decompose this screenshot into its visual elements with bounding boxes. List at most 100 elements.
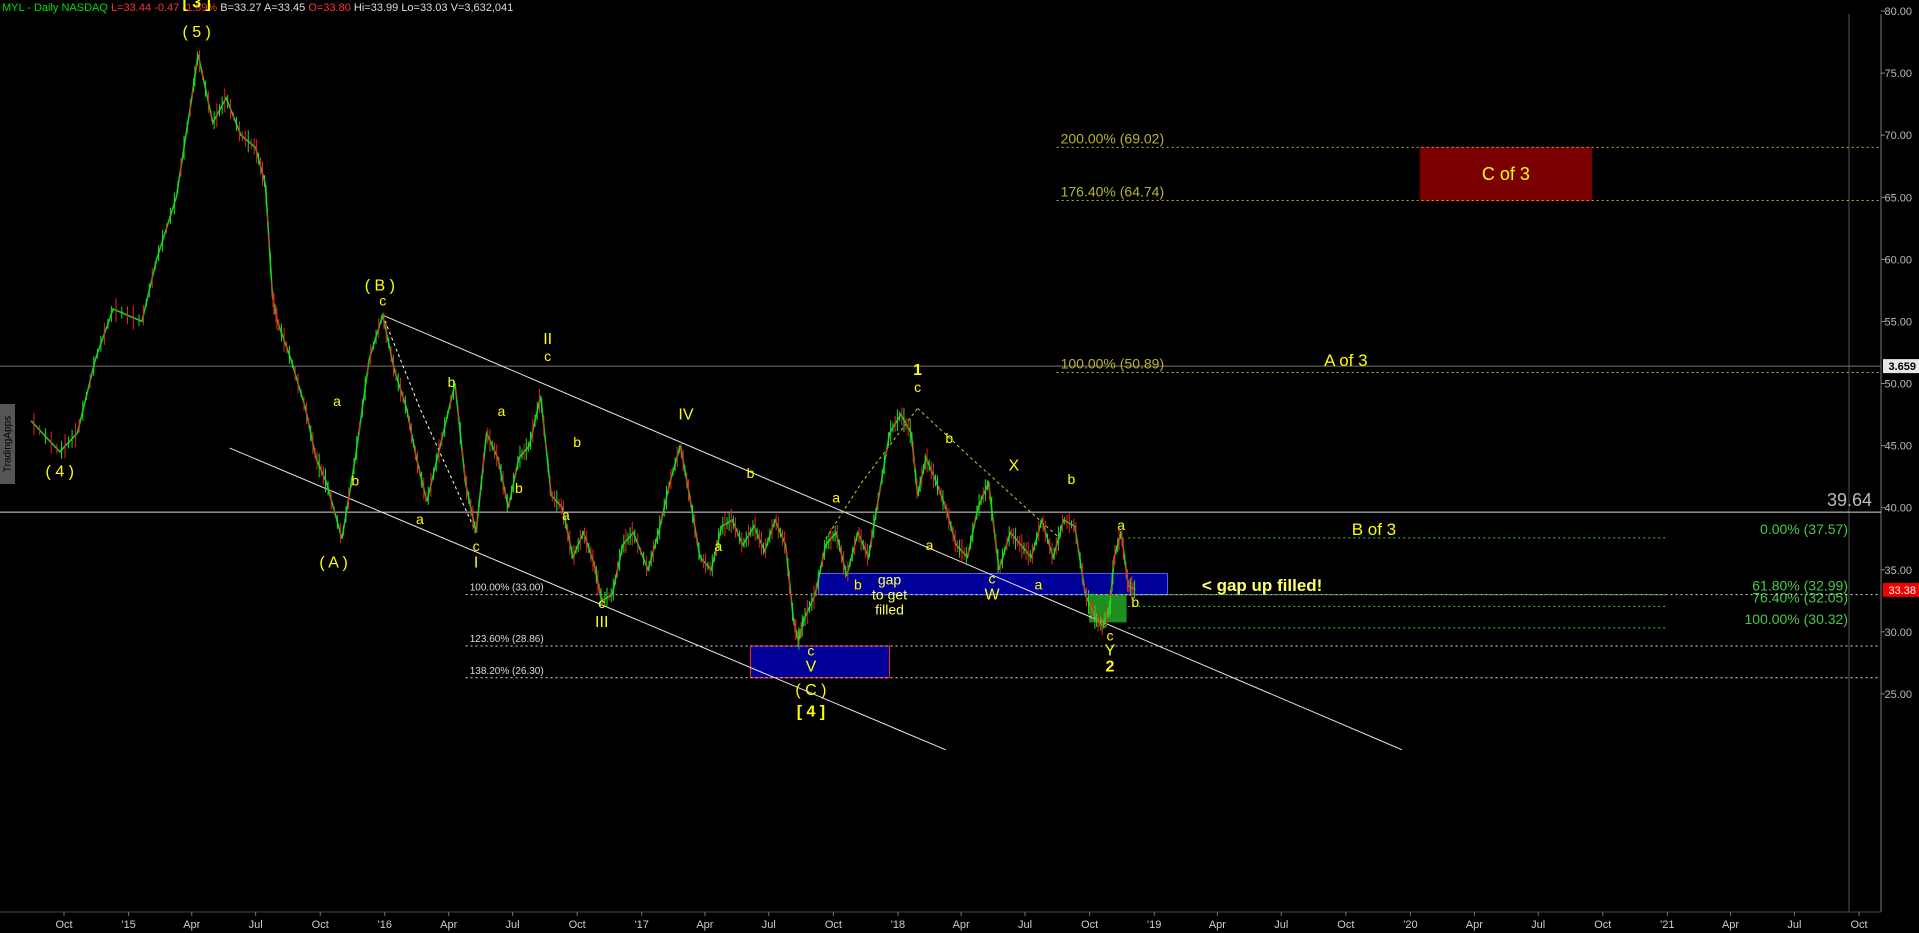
wave-label: a <box>497 403 505 419</box>
channel-line <box>382 314 1403 751</box>
wave-label: c <box>807 642 814 658</box>
wave-label: b <box>945 430 953 446</box>
y-tick-label: 65.00 <box>1884 192 1912 204</box>
wave-label: b <box>747 465 755 481</box>
wave-label: c <box>473 538 480 554</box>
x-tick-label: '21 <box>1660 919 1674 931</box>
x-tick-label: '16 <box>378 919 392 931</box>
y-tick-label: 70.00 <box>1884 130 1912 142</box>
wave-label: [ 3 ] <box>182 0 210 11</box>
wave-label: Y <box>1105 642 1116 659</box>
fib-level-label: 138.20% (26.30) <box>470 666 544 677</box>
y-tick-label: 55.00 <box>1884 316 1912 328</box>
wave-label: c <box>914 379 921 395</box>
wave-label: X <box>1008 457 1019 474</box>
wave-label: ( 4 ) <box>46 464 74 481</box>
wave-label: I <box>474 554 478 571</box>
x-tick-label: Oct <box>1850 919 1867 931</box>
wave-label: 1 <box>913 362 922 379</box>
x-tick-label: Oct <box>1337 919 1354 931</box>
price-line <box>30 54 1136 641</box>
y-tick-label: 30.00 <box>1884 627 1912 639</box>
x-tick-label: Jul <box>1531 919 1545 931</box>
x-tick-label: Oct <box>1594 919 1611 931</box>
wave-label: b <box>515 480 523 496</box>
wave-label: < gap up filled! <box>1202 576 1322 595</box>
wave-label: a <box>1117 517 1125 533</box>
wave-label: W <box>984 587 1000 604</box>
x-tick-label: Apr <box>953 919 970 931</box>
y-tick-label: 80.00 <box>1884 6 1912 18</box>
x-tick-label: '18 <box>891 919 905 931</box>
wave-label: c <box>379 292 386 308</box>
wave-label: c <box>544 348 551 364</box>
x-tick-label: Apr <box>1209 919 1226 931</box>
wave-label: II <box>543 331 552 348</box>
wave-label: ( A ) <box>319 554 347 571</box>
fib-level-label: 100.00% (30.32) <box>1744 611 1848 627</box>
price-chart[interactable]: 80.00 75.00 70.00 65.00 60.00 55.00 50.00 45.00… <box>0 0 1919 933</box>
wave-label: III <box>595 614 608 631</box>
wave-label: b <box>351 472 359 488</box>
horizontal-line-label: 3.659 <box>1888 361 1916 373</box>
x-tick-label: Jul <box>762 919 776 931</box>
wave-label: A of 3 <box>1324 351 1367 370</box>
wave-label: 2 <box>1106 659 1115 676</box>
x-tick-label: Jul <box>1018 919 1032 931</box>
wave-label: B of 3 <box>1352 520 1396 539</box>
y-tick-label: 50.00 <box>1884 379 1912 391</box>
wave-label: a <box>926 537 934 553</box>
x-tick-label: Oct <box>569 919 586 931</box>
wave-label: IV <box>678 407 693 424</box>
wave-path-dotted <box>382 315 477 533</box>
wave-label: a <box>714 538 722 554</box>
x-tick-label: Jul <box>1787 919 1801 931</box>
wave-label: c <box>1106 628 1113 644</box>
zone-label: C of 3 <box>1482 164 1530 184</box>
wave-label: [ 4 ] <box>797 703 825 720</box>
x-tick-label: Oct <box>55 919 72 931</box>
y-tick-label: 45.00 <box>1884 441 1912 453</box>
x-tick-label: '19 <box>1147 919 1161 931</box>
fib-level-label: 176.40% (64.74) <box>1061 183 1165 199</box>
x-tick-label: '15 <box>121 919 135 931</box>
x-tick-label: Oct <box>312 919 329 931</box>
x-tick-label: '20 <box>1403 919 1417 931</box>
x-tick-label: '17 <box>635 919 649 931</box>
x-tick-label: Jul <box>249 919 263 931</box>
fib-level-label: 0.00% (37.57) <box>1760 521 1848 537</box>
y-tick-label: 40.00 <box>1884 503 1912 515</box>
wave-label: gap <box>878 572 902 588</box>
wave-label: b <box>573 434 581 450</box>
y-tick-label: 75.00 <box>1884 68 1912 80</box>
fib-level-label: 100.00% (33.00) <box>470 583 544 594</box>
x-tick-label: Jul <box>1274 919 1288 931</box>
wave-label: ( 5 ) <box>182 24 210 41</box>
wave-label: b <box>854 577 862 593</box>
wave-label: b <box>1131 594 1139 610</box>
x-tick-label: Oct <box>1081 919 1098 931</box>
fib-level-label: 200.00% (69.02) <box>1061 130 1165 146</box>
wave-label: a <box>333 393 341 409</box>
fib-level-label: 76.40% (32.05) <box>1752 589 1848 605</box>
wave-label: a <box>1034 577 1042 593</box>
y-tick-label: 60.00 <box>1884 254 1912 266</box>
x-tick-label: Apr <box>1722 919 1739 931</box>
fib-level-label: 123.60% (28.86) <box>470 634 544 645</box>
y-tick-label: 35.00 <box>1884 565 1912 577</box>
wave-label: to get <box>872 587 907 603</box>
wave-label: a <box>562 507 570 523</box>
target-zone-blue <box>750 645 891 679</box>
x-tick-label: Apr <box>183 919 200 931</box>
x-tick-label: Apr <box>1466 919 1483 931</box>
wave-label: b <box>1067 471 1075 487</box>
x-tick-label: Apr <box>440 919 457 931</box>
x-tick-label: Oct <box>825 919 842 931</box>
horizontal-line-label: 39.64 <box>1827 490 1872 510</box>
wave-label: filled <box>875 601 904 617</box>
wave-label: V <box>806 659 817 676</box>
wave-label: c <box>598 595 605 611</box>
fib-level-label: 100.00% (50.89) <box>1061 355 1165 371</box>
wave-label: ( C ) <box>795 682 826 699</box>
last-price-tag-label: 33.38 <box>1888 585 1916 597</box>
